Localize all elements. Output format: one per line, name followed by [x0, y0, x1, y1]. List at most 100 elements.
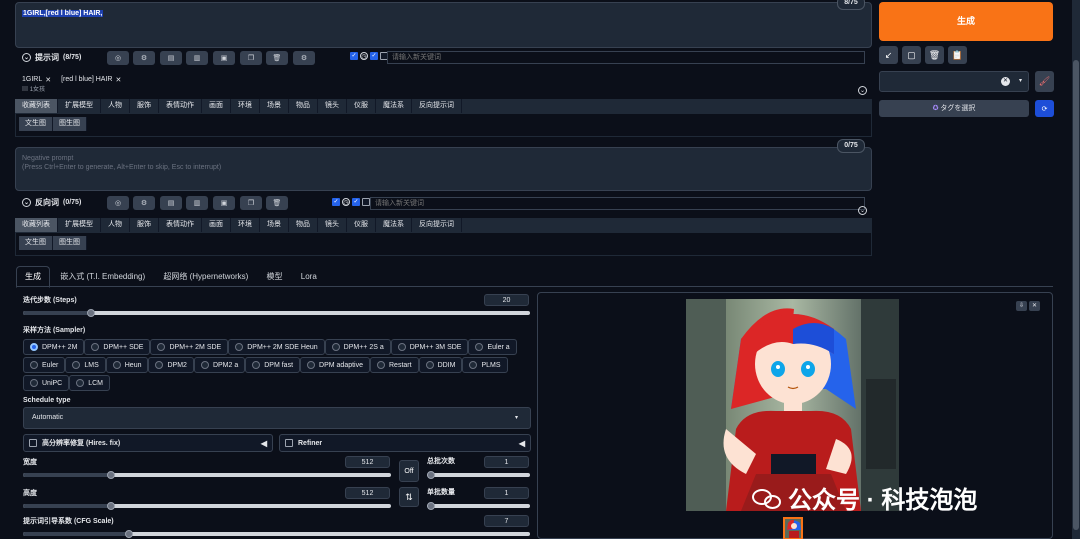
sampler-option[interactable]: Heun [105, 357, 149, 373]
cfg-slider[interactable] [23, 530, 530, 538]
tab-items[interactable]: 物品 [289, 99, 318, 113]
style-select[interactable]: ✕ ▾ [879, 71, 1029, 92]
tag-item[interactable]: [red l blue] HAIR ✕ [61, 74, 121, 93]
checkbox-1[interactable]: ✓ [332, 198, 340, 206]
tab-expressions[interactable]: 表情动作 [159, 99, 202, 113]
trash-icon[interactable]: 🗑 [266, 196, 288, 210]
tab-environment[interactable]: 环境 [231, 218, 260, 232]
hires-accordion[interactable]: 高分辨率修复 (Hires. fix) ◀ [23, 434, 273, 452]
batch-count-slider[interactable] [427, 471, 530, 479]
sampler-option[interactable]: DPM fast [245, 357, 301, 373]
scrollbar-thumb[interactable] [1073, 60, 1079, 530]
tab-img2img[interactable]: 图生图 [53, 117, 87, 131]
paint-brush-icon[interactable]: 🖌 [1035, 71, 1054, 92]
tag-select-button[interactable]: ✪ タグを選択 [879, 100, 1029, 117]
close-icon[interactable]: ✕ [45, 76, 51, 84]
tab-picture[interactable]: 画面 [202, 99, 231, 113]
tab-characters[interactable]: 人物 [101, 218, 130, 232]
checkbox-2[interactable]: ✓ [352, 198, 360, 206]
refresh-icon[interactable]: ⟳ [1035, 100, 1054, 117]
hires-checkbox[interactable] [29, 439, 37, 447]
tab-items[interactable]: 物品 [289, 218, 318, 232]
tab-hypernetworks[interactable]: 超网络 (Hypernetworks) [155, 267, 256, 287]
sampler-option[interactable]: DPM++ 2M SDE [150, 339, 229, 355]
generate-button[interactable]: 生成 [879, 2, 1053, 41]
prompt-textarea[interactable]: 1GIRL,[red l blue] HAIR, [15, 2, 872, 48]
settings-icon[interactable]: ⚙ [133, 51, 155, 65]
sampler-option[interactable]: UniPC [23, 375, 70, 391]
off-button[interactable]: Off [399, 460, 419, 482]
sampler-option[interactable]: DPM++ 2S a [324, 339, 391, 355]
clipboard-icon[interactable]: 📋 [948, 46, 967, 64]
height-slider-thumb[interactable] [107, 502, 115, 510]
refiner-accordion[interactable]: Refiner ◀ [279, 434, 531, 452]
tab-clothing[interactable]: 服饰 [130, 99, 159, 113]
sampler-option[interactable]: DPM2 a [193, 357, 246, 373]
batch-count-value[interactable]: 1 [484, 456, 529, 468]
history-icon[interactable]: ◷ [360, 52, 368, 60]
sampler-option[interactable]: Restart [370, 357, 419, 373]
tab-scene[interactable]: 场景 [260, 99, 289, 113]
history-icon[interactable]: ◷ [342, 198, 350, 206]
tab-characters[interactable]: 人物 [101, 99, 130, 113]
batch-size-slider[interactable] [427, 502, 530, 510]
arrow-icon[interactable]: ↙ [879, 46, 898, 64]
tab-generate[interactable]: 生成 [16, 266, 50, 288]
batch-count-slider-thumb[interactable] [427, 471, 435, 479]
tab-environment[interactable]: 环境 [231, 99, 260, 113]
tab-txt2img[interactable]: 文生图 [19, 117, 53, 131]
tab-img2img[interactable]: 图生图 [53, 236, 87, 250]
cfg-value[interactable]: 7 [484, 515, 529, 527]
paste-icon[interactable]: ▤ [160, 51, 182, 65]
copy-icon[interactable]: ❐ [240, 196, 262, 210]
checkbox-3[interactable] [362, 198, 370, 206]
paste-icon[interactable]: ▤ [160, 196, 182, 210]
tab-extension-models[interactable]: 扩展模型 [58, 99, 101, 113]
steps-slider[interactable] [23, 309, 530, 317]
tab-expressions[interactable]: 表情动作 [159, 218, 202, 232]
image-icon[interactable]: ▣ [213, 51, 235, 65]
tab-camera[interactable]: 镜头 [318, 218, 347, 232]
checkbox-1[interactable]: ✓ [350, 52, 358, 60]
sampler-option[interactable]: LCM [69, 375, 111, 391]
negative-keyword-input[interactable] [370, 197, 865, 210]
tab-txt2img[interactable]: 文生图 [19, 236, 53, 250]
tag-item[interactable]: 1GIRL ✕ ▤ 1女孩 [22, 74, 51, 93]
tab-costume[interactable]: 仪服 [347, 218, 376, 232]
copy-icon[interactable]: ❐ [240, 51, 262, 65]
tab-picture[interactable]: 画面 [202, 218, 231, 232]
batch-size-slider-thumb[interactable] [427, 502, 435, 510]
expand-icon[interactable]: ⌄ [858, 86, 867, 95]
tab-models[interactable]: 模型 [259, 267, 291, 287]
sampler-option[interactable]: DPM adaptive [300, 357, 370, 373]
negative-prompt-textarea[interactable]: Negative prompt (Press Ctrl+Enter to gen… [15, 147, 872, 191]
sampler-option[interactable]: DPM2 [148, 357, 194, 373]
trash-icon[interactable]: 🗑 [266, 51, 288, 65]
expand-icon[interactable]: ⌄ [858, 206, 867, 215]
tab-camera[interactable]: 镜头 [318, 99, 347, 113]
sampler-option[interactable]: Euler [23, 357, 66, 373]
tab-magic[interactable]: 魔法系 [376, 218, 412, 232]
tab-embedding[interactable]: 嵌入式 (T.I. Embedding) [52, 267, 153, 287]
steps-value[interactable]: 20 [484, 294, 529, 306]
collapse-icon[interactable]: ⌄ [22, 198, 31, 207]
globe-icon[interactable]: ◎ [107, 196, 129, 210]
sampler-option[interactable]: DPM++ 2M SDE Heun [228, 339, 325, 355]
image-icon[interactable]: ▣ [213, 196, 235, 210]
batch-size-value[interactable]: 1 [484, 487, 529, 499]
sampler-option[interactable]: Euler a [468, 339, 517, 355]
sampler-option[interactable]: LMS [65, 357, 106, 373]
sampler-option[interactable]: DPM++ SDE [84, 339, 151, 355]
trash-icon[interactable]: 🗑 [925, 46, 944, 64]
thumbnail[interactable] [783, 517, 803, 539]
prompt-keyword-input[interactable] [387, 51, 865, 64]
close-icon[interactable]: ✕ [115, 76, 121, 84]
sampler-option[interactable]: DPM++ 3M SDE [390, 339, 469, 355]
download-icon[interactable]: ⇩ [1016, 301, 1027, 311]
checkbox-2[interactable]: ✓ [370, 52, 378, 60]
height-slider[interactable] [23, 502, 391, 510]
tab-negative-prompts[interactable]: 反向提示词 [412, 99, 462, 113]
width-slider-thumb[interactable] [107, 471, 115, 479]
cfg-slider-thumb[interactable] [125, 530, 133, 538]
tab-scene[interactable]: 场景 [260, 218, 289, 232]
